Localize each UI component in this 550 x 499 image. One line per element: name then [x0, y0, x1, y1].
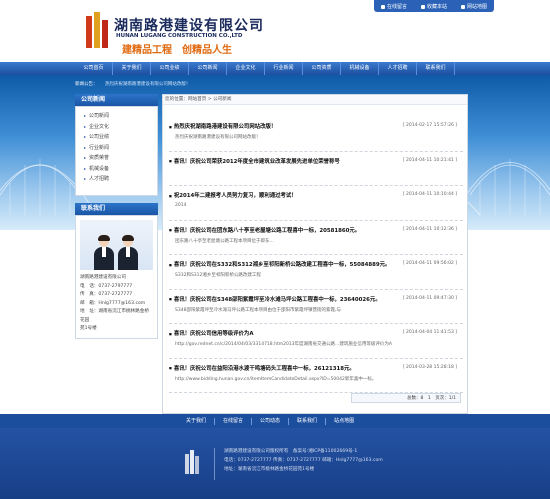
sidebar-item-honors[interactable]: 资质荣誉 — [84, 153, 157, 164]
sidebar-menu: 公司新闻 企业文化 公司业绩 行业新闻 资质荣誉 机械设备 人才招聘 — [75, 106, 158, 196]
sidebar: 公司新闻 公司新闻 企业文化 公司业绩 行业新闻 资质荣誉 机械设备 人才招聘 … — [75, 94, 158, 339]
footer-link-contact[interactable]: 联系我们 — [289, 417, 327, 425]
footer-address: 地址：湖南省沅江市桃林路金桥花园苑1号楼 — [224, 467, 315, 472]
news-date: [ 2014-03-28 15:28:18 ] — [402, 364, 457, 370]
contact-address: 地 址：湖南省沅江市桃林路金桥花园 — [80, 309, 149, 323]
footer-divider — [214, 448, 215, 480]
news-date: [ 2014-04-04 11:41:53 ] — [402, 330, 457, 335]
news-summary: 团东路八十亭至老屋塘公路工程本项目位于即东... — [175, 238, 274, 244]
list-item: 喜讯！庆祝公司在S348邵阳紫霞坪至冷水滩马坪公路工程喜中一标，23640026… — [169, 290, 463, 324]
sidebar-item-industry-news[interactable]: 行业新闻 — [84, 143, 157, 154]
nav-industry-news[interactable]: 行业新闻 — [265, 62, 303, 75]
news-title[interactable]: 喜讯！庆祝公司在益阳沿港水渡干鸣塘码头工程喜中一标，26121318元。 — [169, 364, 355, 372]
contact-address-cont: 苑1号楼 — [80, 326, 97, 331]
news-date: [ 2014-02-17 15:57:26 ] — [402, 123, 457, 128]
site-footer: 湖南路港建设有限公司版权所有 备案号:湘ICP备11002669号-1 电话：0… — [0, 428, 550, 499]
footer-logo-icon — [185, 450, 199, 474]
news-date: [ 2014-04-11 10:21:41 ] — [402, 157, 457, 163]
ticker-label: 新闻公告： — [75, 82, 98, 87]
nav-equipment[interactable]: 机械设备 — [341, 62, 379, 75]
nav-culture[interactable]: 企业文化 — [227, 62, 265, 75]
contact-phone: 电 话：0737-2797777 — [80, 283, 133, 289]
news-summary: S332和S312湘乡至祁阳新桥公路改建工程 — [175, 273, 261, 278]
news-summary: 2014 — [175, 203, 187, 208]
nav-about[interactable]: 关于我们 — [113, 62, 151, 75]
news-summary: http://gov.rednet.cn/c/2014/04/03/331471… — [175, 342, 392, 347]
news-list-panel: 您的位置：网站首页 > 公司新闻 热烈庆祝湖南路港建设有限公司网站改版！ [ 2… — [162, 94, 468, 414]
news-summary: 热烈庆祝湖南路港建设有限公司网站改版！ — [175, 135, 261, 140]
contact-title: 联系我们 — [75, 203, 158, 215]
contact-email[interactable]: 邮 箱：Hnlg7777@163.com — [80, 300, 153, 309]
news-summary: http://www.bidding.hunan.gov.cn/itemItem… — [175, 376, 377, 382]
pagination[interactable]: 总数：8 1 页次：1/1 — [351, 393, 461, 403]
footer-link-about[interactable]: 关于我们 — [178, 417, 216, 425]
list-item: 热烈庆祝湖南路港建设有限公司网站改版！ [ 2014-02-17 15:57:2… — [169, 117, 463, 152]
toplink-message[interactable]: 在线留言 — [374, 0, 414, 12]
footer-contact: 电话：0737-2727777 传真：0737-2727777 邮箱：Hnlg7… — [224, 458, 383, 463]
contact-fax: 传 真：0737-2727777 — [80, 292, 133, 297]
company-name-en: HUNAN LUGANG CONSTRUCTION CO.,LTD — [116, 33, 243, 39]
toplink-favorite[interactable]: 收藏本站 — [414, 0, 454, 12]
contact-company: 湖南路港建设有限公司 — [80, 275, 126, 280]
star-icon — [420, 4, 425, 9]
footer-info: 湖南路港建设有限公司版权所有 备案号:湘ICP备11002669号-1 电话：0… — [224, 447, 383, 474]
footer-link-news[interactable]: 公司动态 — [252, 417, 290, 425]
breadcrumb: 您的位置：网站首页 > 公司新闻 — [163, 95, 467, 105]
sidebar-item-recruit[interactable]: 人才招聘 — [84, 174, 157, 185]
nav-company-news[interactable]: 公司新闻 — [189, 62, 227, 75]
news-summary: S348邵阳紫霞坪至冷水滩马坪公路工程本项目由位于邵阳市紫霞坪镇营街的紫霞,与 — [175, 307, 341, 313]
nav-home[interactable]: 公司首页 — [75, 62, 113, 75]
sidebar-item-culture[interactable]: 企业文化 — [84, 122, 157, 133]
news-date: [ 2014-04-11 09:47:30 ] — [402, 295, 457, 301]
list-item: 喜讯！庆祝公司在益阳沿港水渡干鸣塘码头工程喜中一标，26121318元。 [ 2… — [169, 359, 463, 393]
nav-recruit[interactable]: 人才招聘 — [379, 62, 417, 75]
contact-panel: 联系我们 湖南路港建设有限公司 电 话：0737-2797777 传 真：073… — [75, 203, 158, 339]
news-date: [ 2014-04-11 10:12:36 ] — [402, 226, 457, 232]
company-name-cn: 湖南路港建设有限公司 — [114, 18, 264, 34]
sidebar-item-company-news[interactable]: 公司新闻 — [84, 111, 157, 122]
ticker-text[interactable]: 热烈庆祝湖南路港建设有限公司网站改版！ — [105, 82, 191, 87]
list-item: 喜讯！庆祝公司荣获2012年度全市建筑业改革发展先进单位荣誉称号 [ 2014-… — [169, 152, 463, 186]
news-title[interactable]: 热烈庆祝湖南路港建设有限公司网站改版！ — [169, 122, 276, 130]
news-list: 热烈庆祝湖南路港建设有限公司网站改版！ [ 2014-02-17 15:57:2… — [169, 117, 463, 393]
news-title[interactable]: 喜讯！庆祝公司在团东路八十亭至老屋塘公路工程喜中一标，20581860元。 — [169, 226, 360, 234]
news-title[interactable]: 祝2014年二建报考人员努力复习，顺利通过考试！ — [169, 191, 297, 199]
news-title[interactable]: 喜讯！庆祝公司在S348邵阳紫霞坪至冷水滩马坪公路工程喜中一标，23640026… — [169, 295, 381, 303]
nav-projects[interactable]: 公司业绩 — [151, 62, 189, 75]
message-icon — [380, 4, 385, 9]
top-links: 在线留言 收藏本站 网站地图 — [373, 0, 494, 12]
news-title[interactable]: 喜讯！庆祝公司在S332和S312湘乡至祁阳新桥公路改建工程喜中一标，55084… — [169, 260, 391, 268]
news-ticker[interactable]: 新闻公告： 热烈庆祝湖南路港建设有限公司网站改版！ — [75, 81, 190, 87]
list-item: 祝2014年二建报考人员努力复习，顺利通过考试！ [ 2014-04-11 10… — [169, 186, 463, 221]
footer-link-message[interactable]: 在线留言 — [215, 417, 253, 425]
company-slogan: 建精品工程 创精品人生 — [122, 45, 232, 56]
site-header: 湖南路港建设有限公司 HUNAN LUGANG CONSTRUCTION CO.… — [0, 0, 550, 62]
sitemap-icon — [460, 4, 465, 9]
sidebar-item-projects[interactable]: 公司业绩 — [84, 132, 157, 143]
list-item: 喜讯！庆祝公司在S332和S312湘乡至祁阳新桥公路改建工程喜中一标，55084… — [169, 255, 463, 290]
list-item: 喜讯！庆祝公司在团东路八十亭至老屋塘公路工程喜中一标，20581860元。 [ … — [169, 221, 463, 255]
news-title[interactable]: 喜讯！庆祝公司荣获2012年度全市建筑业改革发展先进单位荣誉称号 — [169, 157, 340, 165]
news-title[interactable]: 喜讯！庆祝公司信用等级评价为A — [169, 329, 254, 337]
footer-copyright: 湖南路港建设有限公司版权所有 备案号:湘ICP备11002669号-1 — [224, 449, 358, 454]
customer-service-image — [80, 220, 153, 270]
main-nav: 公司首页 关于我们 公司业绩 公司新闻 企业文化 行业新闻 公司资质 机械设备 … — [0, 62, 550, 75]
news-date: [ 2014-04-11 09:56:02 ] — [402, 261, 457, 266]
sidebar-item-equipment[interactable]: 机械设备 — [84, 164, 157, 175]
news-date: [ 2014-04-11 10:10:44 ] — [402, 192, 457, 197]
footer-nav: 关于我们 在线留言 公司动态 联系我们 站点地图 — [0, 414, 550, 428]
nav-qualification[interactable]: 公司资质 — [303, 62, 341, 75]
footer-link-sitemap[interactable]: 站点地图 — [326, 418, 362, 425]
nav-contact[interactable]: 联系我们 — [417, 62, 455, 75]
list-item: 喜讯！庆祝公司信用等级评价为A [ 2014-04-04 11:41:53 ] … — [169, 324, 463, 359]
company-logo-icon[interactable] — [86, 12, 108, 48]
toplink-sitemap[interactable]: 网站地图 — [454, 0, 494, 12]
sidebar-news-title: 公司新闻 — [75, 94, 158, 106]
